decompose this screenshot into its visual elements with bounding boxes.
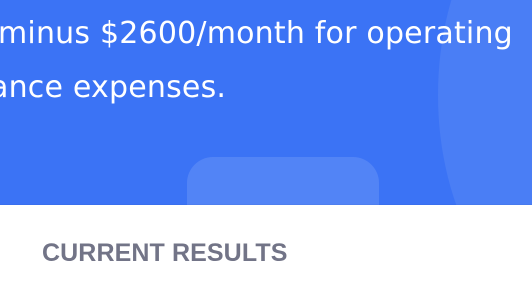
hero-banner: minus $2600/month for operating ance exp… (0, 0, 532, 205)
current-results-card: CURRENT RESULTS (0, 205, 532, 297)
hero-text-line-1: minus $2600/month for operating (0, 16, 513, 51)
hero-text-line-2: ance expenses. (0, 70, 227, 105)
current-results-heading: CURRENT RESULTS (42, 239, 288, 267)
decorative-pill-shape (187, 157, 379, 205)
